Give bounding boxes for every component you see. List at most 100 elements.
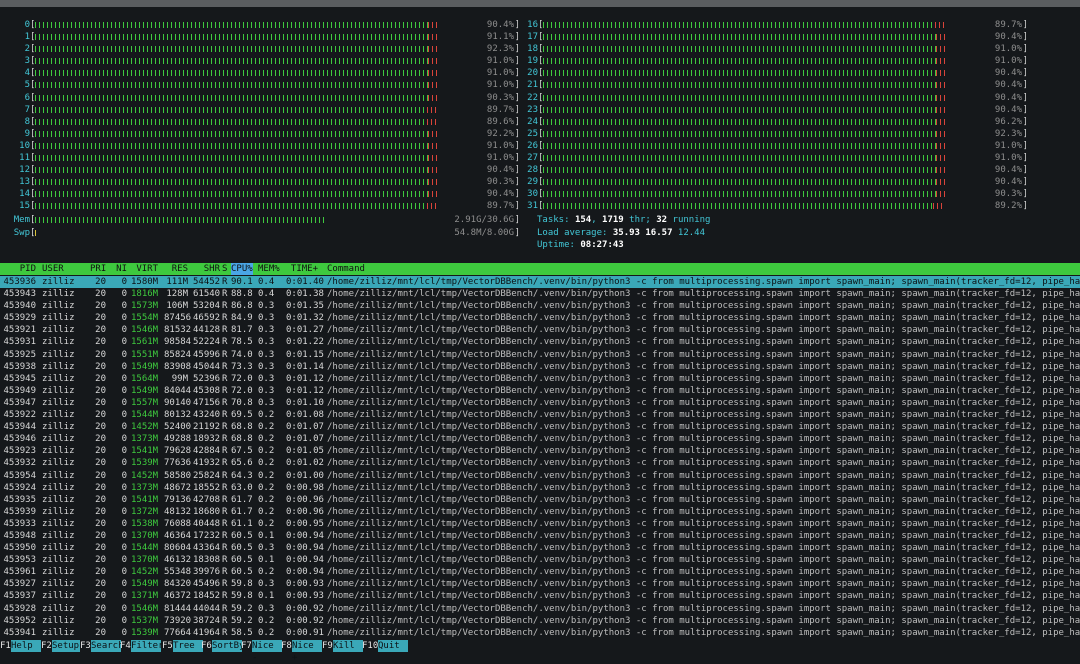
cell-mem: 0.2 — [258, 470, 275, 481]
cpu-id-label: 0 — [24, 20, 30, 30]
column-header-cpu[interactable]: CPU% — [231, 263, 253, 275]
column-header-res[interactable]: RES — [164, 263, 188, 275]
table-row[interactable]: 453937 zilliz 20 0 1371M 46372 18452 R 59.8 0.1 0:… — [0, 590, 1080, 602]
column-header-pri[interactable]: PRI — [90, 263, 106, 275]
cell-shr: 53204 — [193, 301, 221, 312]
cell-cpu: 88.8 — [231, 289, 253, 300]
table-row[interactable]: 453933 zilliz 20 0 1538M 76088 40448 R 61.1 0.2 0:… — [0, 518, 1080, 530]
function-key-sortby-button[interactable]: SortBy — [212, 640, 245, 652]
cpu-meter: 11[91.0%] — [0, 152, 520, 164]
table-row[interactable]: 453952 zilliz 20 0 1537M 73920 38724 R 59.2 0.2 0:… — [0, 615, 1080, 627]
column-header-mem[interactable]: MEM% — [258, 263, 280, 275]
cell-cpu: 78.5 — [231, 337, 253, 348]
function-key-nice-button[interactable]: Nice + — [292, 640, 322, 663]
cpu-meter: 4[91.0%] — [0, 67, 520, 79]
table-row[interactable]: 453939 zilliz 20 0 1372M 48132 18680 R 61.7 0.2 0:… — [0, 506, 1080, 518]
table-row[interactable]: 453941 zilliz 20 0 1539M 77664 41964 R 58.5 0.2 0:… — [0, 627, 1080, 639]
function-key-help-button[interactable]: Help — [11, 640, 41, 652]
load-15: 12.44 — [677, 228, 705, 238]
table-row[interactable]: 453945 zilliz 20 0 1564M 99M 52396 R 72.0 0.3 0:01… — [0, 373, 1080, 385]
function-key-search-button[interactable]: Search — [91, 640, 124, 652]
function-key-kill-button[interactable]: Kill — [333, 640, 363, 652]
cell-virt: 1539M — [131, 627, 159, 638]
function-key-f10: F10 — [362, 641, 379, 651]
cell-user: zilliz — [42, 567, 75, 578]
cell-time: 0:00.94 — [286, 543, 324, 554]
table-row[interactable]: 453929 zilliz 20 0 1554M 87456 46592 R 84.9 0.3 0:… — [0, 312, 1080, 324]
cpu-percent: 90.4% — [994, 104, 1022, 115]
function-key-filter-button[interactable]: Filter — [131, 640, 164, 652]
table-row[interactable]: 453950 zilliz 20 0 1544M 80604 43364 R 60.5 0.3 0:… — [0, 542, 1080, 554]
table-row[interactable]: 453961 zilliz 20 0 1452M 55348 39976 R 60.5 0.2 0:… — [0, 566, 1080, 578]
cell-virt: 1549M — [131, 579, 159, 590]
cell-cmd: /home/zilliz/mnt/lcl/tmp/VectorDBBench/.… — [327, 325, 1080, 336]
table-row[interactable]: 453947 zilliz 20 0 1557M 90140 47156 R 70.8 0.3 0:… — [0, 397, 1080, 409]
cpu-meter-track: [90.4%] — [538, 176, 1028, 188]
column-header-shr[interactable]: SHR — [193, 263, 220, 275]
cell-cmd: /home/zilliz/mnt/lcl/tmp/VectorDBBench/.… — [327, 446, 1080, 457]
cell-pid: 453940 — [3, 301, 36, 312]
column-header-command[interactable]: Command — [327, 263, 365, 275]
table-row[interactable]: 453928 zilliz 20 0 1546M 81444 44044 R 59.2 0.3 0:… — [0, 603, 1080, 615]
cell-cpu: 70.8 — [231, 397, 253, 408]
process-list[interactable]: 453936 zilliz 20 0 1580M 111M 54452 R 90.1 0.4 0:0… — [0, 276, 1080, 639]
cell-res: 46132 — [164, 555, 192, 566]
cpu-user-bar — [35, 70, 428, 77]
table-row[interactable]: 453932 zilliz 20 0 1539M 77636 41932 R 65.6 0.2 0:… — [0, 457, 1080, 469]
cpu-meter-track: [91.0%] — [30, 79, 520, 91]
function-key-f4: F4 — [120, 641, 131, 651]
cell-pid: 453939 — [3, 506, 36, 517]
table-row[interactable]: 453925 zilliz 20 0 1551M 85824 45996 R 74.0 0.3 0:… — [0, 349, 1080, 361]
cell-cmd: /home/zilliz/mnt/lcl/tmp/VectorDBBench/.… — [327, 615, 1080, 626]
table-row[interactable]: 453953 zilliz 20 0 1370M 46132 18308 R 60.5 0.1 0:… — [0, 554, 1080, 566]
table-row[interactable]: 453946 zilliz 20 0 1373M 49288 18932 R 68.8 0.2 0:… — [0, 433, 1080, 445]
column-header-user[interactable]: USER — [42, 263, 64, 275]
table-row[interactable]: 453936 zilliz 20 0 1580M 111M 54452 R 90.1 0.4 0:0… — [0, 276, 1080, 289]
table-row[interactable]: 453927 zilliz 20 0 1549M 84320 45496 R 59.8 0.3 0:… — [0, 578, 1080, 590]
cell-cmd: /home/zilliz/mnt/lcl/tmp/VectorDBBench/.… — [327, 579, 1080, 590]
cell-mem: 0.2 — [258, 410, 275, 421]
column-header-pid[interactable]: PID — [0, 263, 36, 275]
table-row[interactable]: 453935 zilliz 20 0 1541M 79136 42708 R 61.7 0.2 0:… — [0, 494, 1080, 506]
cpu-bracket-close: ] — [1022, 104, 1028, 115]
cell-cmd: /home/zilliz/mnt/lcl/tmp/VectorDBBench/.… — [327, 567, 1080, 578]
cell-shr: 45496 — [193, 579, 221, 590]
cpu-percent: 90.4% — [994, 177, 1022, 188]
column-header-s[interactable]: S — [222, 263, 227, 275]
cpu-meter: 30[90.3%] — [508, 188, 1028, 200]
column-header-virt[interactable]: VIRT — [131, 263, 158, 275]
function-key-nice-button[interactable]: Nice - — [252, 640, 282, 663]
table-row[interactable]: 453940 zilliz 20 0 1573M 106M 53204 R 86.8 0.3 0:0… — [0, 300, 1080, 312]
table-row[interactable]: 453949 zilliz 20 0 1549M 84044 45308 R 72.0 0.3 0:… — [0, 385, 1080, 397]
table-row[interactable]: 453922 zilliz 20 0 1544M 80132 43240 R 69.5 0.2 0:… — [0, 409, 1080, 421]
table-row[interactable]: 453924 zilliz 20 0 1373M 48672 18552 R 63.0 0.2 0:… — [0, 482, 1080, 494]
function-key-quit-button[interactable]: Quit — [378, 640, 408, 652]
cell-pri: 20 — [95, 543, 106, 554]
cell-pid: 453929 — [3, 313, 36, 324]
function-key-tree-button[interactable]: Tree — [173, 640, 203, 652]
table-row[interactable]: 453954 zilliz 20 0 1452M 58580 25824 R 64.3 0.2 0:… — [0, 470, 1080, 482]
cpu-user-bar — [543, 82, 936, 89]
column-header-ni[interactable]: NI — [112, 263, 127, 275]
table-row[interactable]: 453938 zilliz 20 0 1549M 83908 45044 R 73.3 0.3 0:… — [0, 361, 1080, 373]
table-row[interactable]: 453944 zilliz 20 0 1452M 52400 21192 R 68.8 0.2 0:… — [0, 421, 1080, 433]
cpu-system-bar — [428, 130, 438, 137]
column-header-time[interactable]: TIME+ — [286, 263, 318, 275]
cell-user: zilliz — [42, 543, 75, 554]
cell-ni: 0 — [121, 385, 127, 396]
cell-ni: 0 — [121, 482, 127, 493]
cell-time: 0:01.12 — [286, 385, 324, 396]
cell-pri: 20 — [95, 627, 106, 638]
table-row[interactable]: 453921 zilliz 20 0 1546M 81532 44128 R 81.7 0.3 0:… — [0, 324, 1080, 336]
cpu-meter: 2[92.3%] — [0, 43, 520, 55]
table-row[interactable]: 453943 zilliz 20 0 1816M 128M 61540 R 88.8 0.4 0:0… — [0, 288, 1080, 300]
table-row[interactable]: 453948 zilliz 20 0 1370M 46364 17232 R 60.5 0.1 0:… — [0, 530, 1080, 542]
cell-res: 83908 — [164, 361, 192, 372]
tasks-summary: Tasks: 154, 1719 thr; 32 running — [537, 215, 711, 225]
cpu-bracket-close: ] — [1022, 20, 1028, 30]
table-row[interactable]: 453931 zilliz 20 0 1561M 98584 52224 R 78.5 0.3 0:… — [0, 336, 1080, 348]
function-key-setup-button[interactable]: Setup — [52, 640, 80, 652]
cpu-user-bar — [35, 22, 428, 28]
table-row[interactable]: 453923 zilliz 20 0 1541M 79628 42884 R 67.5 0.2 0:… — [0, 445, 1080, 457]
cpu-bracket-close: ] — [1022, 177, 1028, 188]
